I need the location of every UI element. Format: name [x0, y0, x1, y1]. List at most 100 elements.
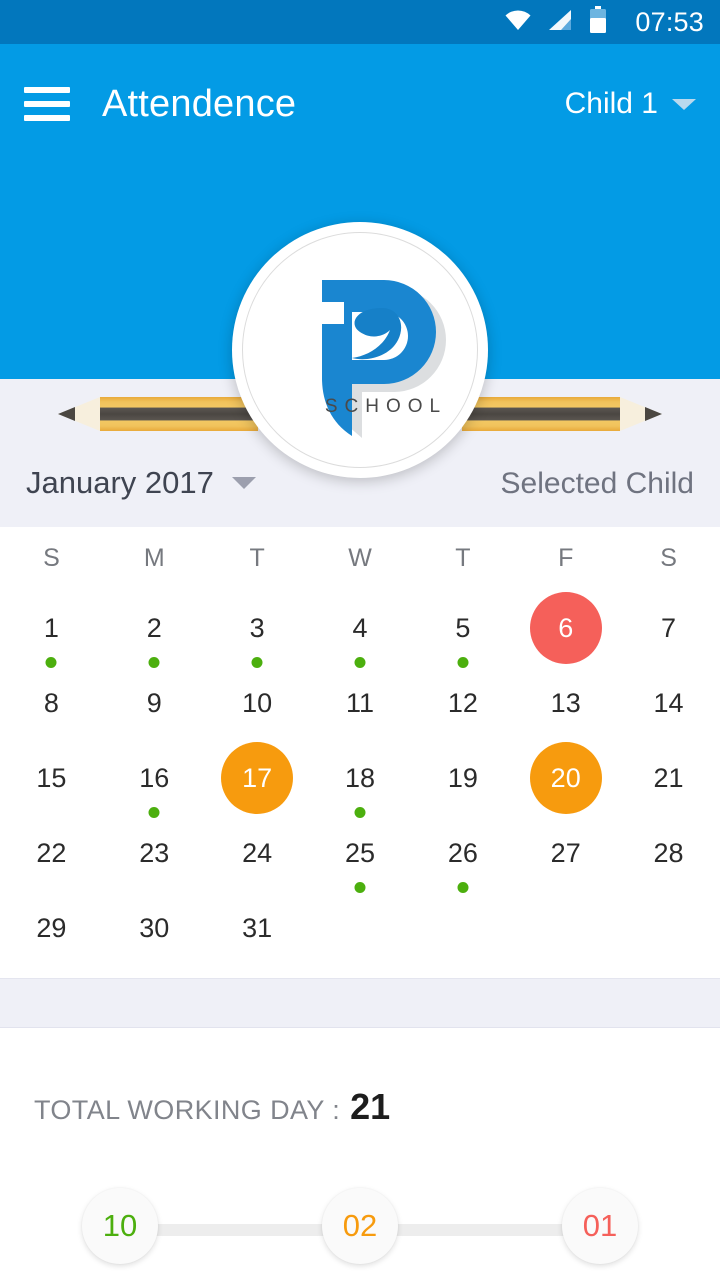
calendar-cell: 13 [514, 664, 617, 739]
calendar-weekday-5: F [558, 543, 574, 572]
calendar-day-26[interactable]: 26 [427, 817, 499, 893]
total-working-day-value: 21 [350, 1086, 391, 1127]
calendar-day-24[interactable]: 24 [221, 817, 293, 889]
calendar-weekday-4: T [455, 543, 471, 572]
calendar-cell: 31 [206, 889, 309, 964]
stat-value-absent[interactable]: 02 [322, 1188, 398, 1264]
calendar-cell: 8 [0, 664, 103, 739]
app-bar: Attendence Child 1 [0, 44, 720, 164]
calendar-day-6[interactable]: 6 [529, 592, 602, 664]
month-picker-dropdown[interactable]: January 2017 [26, 465, 256, 501]
calendar-cell: 23 [103, 814, 206, 889]
selected-child-label: Selected Child [500, 467, 694, 500]
calendar-cell: 14 [617, 664, 720, 739]
calendar-day-4[interactable]: 4 [324, 592, 396, 668]
calendar-day-23[interactable]: 23 [118, 817, 190, 889]
calendar-day-29[interactable]: 29 [15, 892, 87, 964]
chevron-down-icon [672, 98, 696, 110]
calendar-day-11[interactable]: 11 [324, 667, 396, 739]
calendar-cell: 22 [0, 814, 103, 889]
calendar-day-7[interactable]: 7 [633, 592, 705, 664]
calendar-cell: 30 [103, 889, 206, 964]
attendance-screen: 07:53 Attendence Child 1 SCHOOL January … [0, 0, 720, 1280]
calendar-day-20[interactable]: 20 [529, 742, 602, 814]
calendar-weekday-3: W [348, 543, 372, 572]
calendar-cell: 1 [0, 589, 103, 668]
calendar-day-16[interactable]: 16 [118, 742, 190, 818]
calendar-week-row: 22 23 24 25 26 27 28 [0, 814, 720, 893]
child-selector-dropdown[interactable]: Child 1 [565, 87, 696, 121]
calendar-cell: 20 [514, 739, 617, 814]
calendar-day-25[interactable]: 25 [324, 817, 396, 893]
calendar-cell: 21 [617, 739, 720, 814]
stat-value-leave[interactable]: 01 [562, 1188, 638, 1264]
calendar-day-31[interactable]: 31 [221, 892, 293, 964]
calendar-day-1[interactable]: 1 [15, 592, 87, 668]
calendar-cell: 29 [0, 889, 103, 964]
calendar-week-row: 29 30 31 [0, 889, 720, 964]
calendar-cell: 26 [411, 814, 514, 893]
child-selector-label: Child 1 [564, 87, 658, 120]
calendar-day-28[interactable]: 28 [633, 817, 705, 889]
calendar-day-21[interactable]: 21 [633, 742, 705, 814]
calendar-cell: 15 [0, 739, 103, 814]
calendar-cell: 16 [103, 739, 206, 818]
calendar-week-row: 15 16 17 18 19 20 21 [0, 739, 720, 818]
page-title: Attendence [102, 82, 297, 125]
calendar-cell [514, 889, 617, 964]
calendar-cell: 9 [103, 664, 206, 739]
pencil-decoration-left [28, 397, 258, 431]
calendar-cell [617, 889, 720, 964]
calendar-cell: 28 [617, 814, 720, 889]
calendar-day-5[interactable]: 5 [427, 592, 499, 668]
calendar-weekday-6: S [660, 543, 677, 572]
calendar-weekday-2: T [249, 543, 265, 572]
calendar-day-empty [324, 892, 396, 964]
calendar-day-30[interactable]: 30 [118, 892, 190, 964]
school-logo-badge: SCHOOL [232, 222, 488, 478]
stat-present: 10Present [60, 1188, 180, 1280]
calendar-cell: 27 [514, 814, 617, 889]
calendar-cell: 12 [411, 664, 514, 739]
calendar-day-12[interactable]: 12 [427, 667, 499, 739]
attendance-stats: 10Present 02Absent 01Leave [0, 1188, 720, 1280]
stat-value-present[interactable]: 10 [82, 1188, 158, 1264]
calendar-cell: 4 [309, 589, 412, 668]
calendar-cell [309, 889, 412, 964]
calendar-weekday-header-row: SMTWTFS [0, 527, 720, 589]
logo-mark-icon: SCHOOL [260, 250, 460, 450]
calendar-day-17[interactable]: 17 [221, 742, 294, 814]
calendar-day-27[interactable]: 27 [530, 817, 602, 889]
calendar-cell: 17 [206, 739, 309, 814]
section-separator [0, 978, 720, 1028]
calendar-body: 1 2 3 4 5 6 7 8 9 10 11 12 13 14 15 16 17 18 19 20 21 22 23 24 2… [0, 589, 720, 964]
stat-absent: 02Absent [300, 1188, 420, 1280]
calendar-weekday-0: S [43, 543, 60, 572]
calendar-day-10[interactable]: 10 [221, 667, 293, 739]
month-label: January 2017 [26, 465, 214, 500]
stats-items: 10Present 02Absent 01Leave [60, 1188, 660, 1280]
calendar-cell: 7 [617, 589, 720, 664]
calendar-day-2[interactable]: 2 [118, 592, 190, 668]
calendar-day-15[interactable]: 15 [15, 742, 87, 814]
calendar-cell: 24 [206, 814, 309, 889]
calendar-weekday-1: M [143, 543, 165, 572]
attendance-summary: TOTAL WORKING DAY : 21 10Present 02Absent… [0, 1028, 720, 1280]
hamburger-menu-icon[interactable] [24, 87, 70, 121]
calendar-day-22[interactable]: 22 [15, 817, 87, 889]
calendar-day-14[interactable]: 14 [633, 667, 705, 739]
status-bar-clock: 07:53 [635, 6, 704, 37]
total-working-day-label: TOTAL WORKING DAY : [34, 1095, 341, 1125]
calendar-day-empty [530, 892, 602, 964]
calendar-day-empty [427, 892, 499, 964]
calendar-day-9[interactable]: 9 [118, 667, 190, 739]
calendar-day-19[interactable]: 19 [427, 742, 499, 814]
calendar-cell: 11 [309, 664, 412, 739]
calendar-cell: 3 [206, 589, 309, 668]
battery-icon [589, 6, 607, 38]
calendar-day-8[interactable]: 8 [15, 667, 87, 739]
calendar-cell: 5 [411, 589, 514, 668]
calendar-day-13[interactable]: 13 [530, 667, 602, 739]
calendar-day-3[interactable]: 3 [221, 592, 293, 668]
calendar-day-18[interactable]: 18 [324, 742, 396, 818]
